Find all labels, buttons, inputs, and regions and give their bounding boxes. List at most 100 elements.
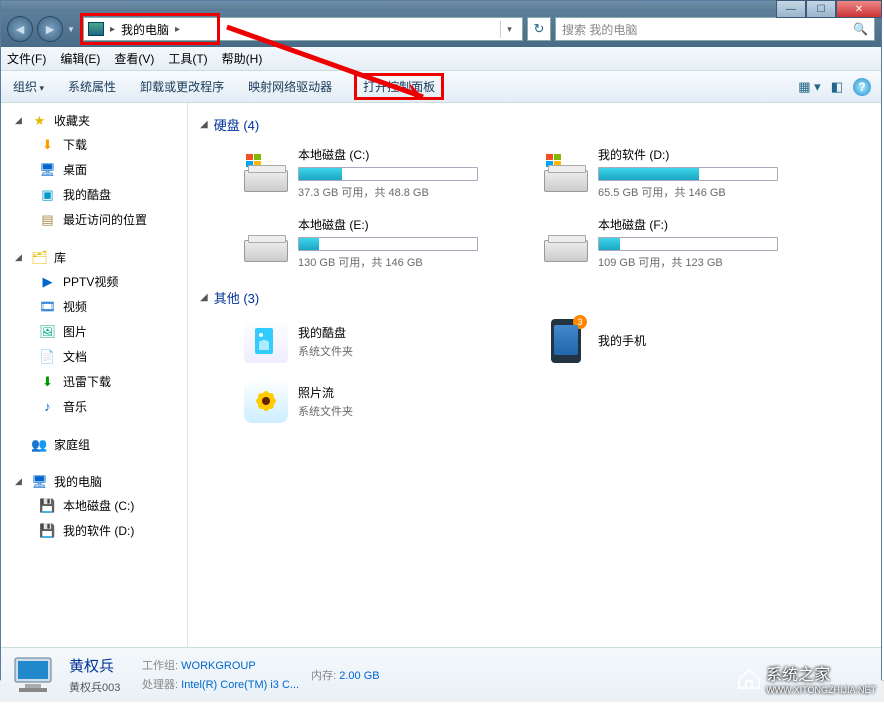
preview-pane-button[interactable]: ◧ [831, 79, 843, 95]
drive-icon [544, 224, 590, 262]
others-grid: 我的酷盘 系统文件夹 3 我的手机 照片流 系统文件夹 [200, 311, 869, 437]
drive-subtext: 109 GB 可用，共 123 GB [598, 254, 816, 270]
drive-subtext: 37.3 GB 可用，共 48.8 GB [298, 184, 516, 200]
drive-name: 本地磁盘 (F:) [598, 216, 816, 233]
toolbar: 组织 系统属性 卸载或更改程序 映射网络驱动器 打开控制面板 ▦ ▾ ◧ ? [1, 71, 881, 103]
document-icon: 📄 [39, 349, 56, 364]
content-pane: ◢硬盘 (4) 本地磁盘 (C:) 37.3 GB 可用，共 48.8 GB 我… [188, 103, 881, 647]
sidebar-item-pictures[interactable]: 🖼图片 [1, 319, 187, 344]
drive-usage-bar [298, 237, 478, 251]
search-placeholder: 搜索 我的电脑 [562, 21, 637, 38]
uninstall-button[interactable]: 卸载或更改程序 [138, 74, 226, 99]
sidebar-favorites-header[interactable]: ◢★收藏夹 [1, 109, 187, 132]
search-icon[interactable]: 🔍 [853, 22, 868, 36]
sidebar-computer: ◢🖥我的电脑 💾本地磁盘 (C:) 💾我的软件 (D:) [1, 470, 187, 543]
sidebar-item-xunlei[interactable]: ⬇迅雷下载 [1, 369, 187, 394]
picture-icon: 🖼 [39, 324, 56, 339]
drive-usage-bar [598, 167, 778, 181]
drive-name: 本地磁盘 (C:) [298, 146, 516, 163]
drive-item[interactable]: 本地磁盘 (E:) 130 GB 可用，共 146 GB [240, 212, 520, 274]
computer-icon: 🖥 [31, 474, 48, 489]
body: ◢★收藏夹 ⬇下载 🖥桌面 ▣我的酷盘 ▤最近访问的位置 ◢🗂库 ▶PPTV视频… [1, 103, 881, 647]
sidebar-item-music[interactable]: ♪音乐 [1, 394, 187, 419]
sidebar-item-kupan[interactable]: ▣我的酷盘 [1, 182, 187, 207]
refresh-button[interactable]: ↻ [527, 17, 551, 41]
sidebar-item-pptv[interactable]: ▶PPTV视频 [1, 269, 187, 294]
other-subtext: 系统文件夹 [298, 343, 353, 359]
sidebar-libraries: ◢🗂库 ▶PPTV视频 🎞视频 🖼图片 📄文档 ⬇迅雷下载 ♪音乐 [1, 246, 187, 419]
details-col-2: 内存: 2.00 GB [311, 667, 379, 683]
system-properties-button[interactable]: 系统属性 [66, 74, 118, 99]
menu-help[interactable]: 帮助(H) [222, 50, 263, 67]
other-item[interactable]: 照片流 系统文件夹 [240, 375, 520, 427]
recent-icon: ▤ [39, 212, 56, 227]
sidebar-item-video[interactable]: 🎞视频 [1, 294, 187, 319]
sidebar-favorites: ◢★收藏夹 ⬇下载 🖥桌面 ▣我的酷盘 ▤最近访问的位置 [1, 109, 187, 232]
star-icon: ★ [31, 113, 48, 128]
navbar: ◄ ► ▼ ▸ 我的电脑 ▸ ▾ ↻ 搜索 我的电脑 🔍 [1, 11, 881, 47]
drive-item[interactable]: 本地磁盘 (C:) 37.3 GB 可用，共 48.8 GB [240, 142, 520, 204]
kupan-icon [244, 319, 288, 363]
menu-file[interactable]: 文件(F) [7, 50, 46, 67]
address-text: 我的电脑 [121, 21, 169, 38]
video-icon: ▶ [39, 274, 56, 289]
drive-item[interactable]: 本地磁盘 (F:) 109 GB 可用，共 123 GB [540, 212, 820, 274]
sidebar-item-drive-d[interactable]: 💾我的软件 (D:) [1, 518, 187, 543]
drive-icon [244, 154, 290, 192]
chevron-right-icon: ▸ [108, 24, 117, 35]
others-section-header[interactable]: ◢其他 (3) [200, 284, 869, 311]
drive-icon [544, 154, 590, 192]
close-button[interactable]: ✕ [836, 0, 882, 18]
sidebar-homegroup-header[interactable]: ◢👥家庭组 [1, 433, 187, 456]
sidebar-item-downloads[interactable]: ⬇下载 [1, 132, 187, 157]
sidebar-homegroup: ◢👥家庭组 [1, 433, 187, 456]
sidebar-computer-header[interactable]: ◢🖥我的电脑 [1, 470, 187, 493]
titlebar: — ☐ ✕ [1, 1, 881, 11]
search-input[interactable]: 搜索 我的电脑 🔍 [555, 17, 875, 41]
music-icon: ♪ [39, 399, 56, 414]
drive-usage-bar [298, 167, 478, 181]
photo-icon [244, 379, 288, 423]
sidebar-item-recent[interactable]: ▤最近访问的位置 [1, 207, 187, 232]
sidebar-item-drive-c[interactable]: 💾本地磁盘 (C:) [1, 493, 187, 518]
menu-edit[interactable]: 编辑(E) [60, 50, 100, 67]
address-bar[interactable]: ▸ 我的电脑 ▸ ▾ [83, 17, 523, 41]
sidebar: ◢★收藏夹 ⬇下载 🖥桌面 ▣我的酷盘 ▤最近访问的位置 ◢🗂库 ▶PPTV视频… [1, 103, 188, 647]
other-name: 我的手机 [598, 332, 646, 349]
view-options-button[interactable]: ▦ ▾ [798, 79, 820, 95]
watermark: 系统之家WWW.XITONGZHIJIA.NET [736, 661, 876, 695]
history-dropdown[interactable]: ▼ [67, 25, 79, 34]
menu-view[interactable]: 查看(V) [114, 50, 154, 67]
drives-section-header[interactable]: ◢硬盘 (4) [200, 111, 869, 138]
sidebar-item-documents[interactable]: 📄文档 [1, 344, 187, 369]
sidebar-libraries-header[interactable]: ◢🗂库 [1, 246, 187, 269]
desktop-icon: 🖥 [39, 162, 56, 177]
chevron-right-icon[interactable]: ▸ [173, 24, 182, 35]
control-panel-button[interactable]: 打开控制面板 [354, 73, 444, 100]
other-item[interactable]: 我的酷盘 系统文件夹 [240, 315, 520, 367]
drive-subtext: 65.5 GB 可用，共 146 GB [598, 184, 816, 200]
drive-icon [244, 224, 290, 262]
computer-icon [88, 22, 104, 36]
details-col-1: 工作组: WORKGROUP 处理器: Intel(R) Core(TM) i3… [142, 657, 299, 692]
drive-subtext: 130 GB 可用，共 146 GB [298, 254, 516, 270]
drive-icon: 💾 [39, 498, 56, 513]
help-button[interactable]: ? [853, 78, 871, 96]
back-button[interactable]: ◄ [7, 16, 33, 42]
homegroup-icon: 👥 [31, 437, 48, 452]
other-item[interactable]: 3 我的手机 [540, 315, 820, 367]
menu-tools[interactable]: 工具(T) [168, 50, 207, 67]
address-dropdown[interactable]: ▾ [500, 21, 518, 38]
maximize-button[interactable]: ☐ [806, 0, 836, 18]
drive-name: 我的软件 (D:) [598, 146, 816, 163]
sidebar-item-desktop[interactable]: 🖥桌面 [1, 157, 187, 182]
forward-button[interactable]: ► [37, 16, 63, 42]
organize-button[interactable]: 组织 [11, 74, 46, 99]
map-network-button[interactable]: 映射网络驱动器 [246, 74, 334, 99]
minimize-button[interactable]: — [776, 0, 806, 18]
video-icon: 🎞 [39, 299, 56, 314]
library-icon: 🗂 [31, 250, 48, 265]
drives-grid: 本地磁盘 (C:) 37.3 GB 可用，共 48.8 GB 我的软件 (D:)… [200, 138, 869, 284]
drive-item[interactable]: 我的软件 (D:) 65.5 GB 可用，共 146 GB [540, 142, 820, 204]
other-name: 照片流 [298, 384, 353, 401]
